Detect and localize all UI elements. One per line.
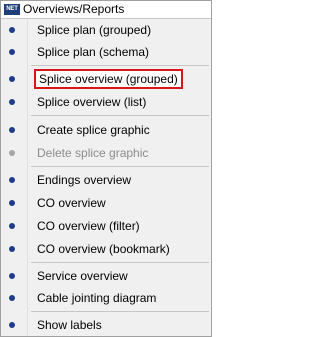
menu-separator [31,262,209,263]
menu-item-label: CO overview (filter) [37,219,140,233]
menu-item-label: Splice plan (grouped) [37,23,152,37]
bullet-icon [9,27,15,33]
bullet-icon [9,127,15,133]
menu-item-service-overview[interactable]: Service overview [1,265,211,287]
menu-item-label: Splice plan (schema) [37,45,150,59]
menu-item-co-overview-bookmark[interactable]: CO overview (bookmark) [1,238,211,260]
menu-item-label: Splice overview (grouped) [34,69,183,89]
bullet-icon [9,49,15,55]
menu-item-create-splice-graphic[interactable]: Create splice graphic [1,119,211,141]
menu-separator [31,115,209,116]
menu-separator [31,166,209,167]
menu-item-label: CO overview [37,196,106,210]
bullet-icon [9,76,15,82]
menu-item-endings-overview[interactable]: Endings overview [1,169,211,191]
net-app-icon: NET [4,4,20,15]
menu-title-bar: NET Overviews/Reports [1,1,211,19]
menu-separator [31,311,209,312]
menu-item-label: Create splice graphic [37,123,150,137]
bullet-icon [9,99,15,105]
bullet-icon [9,200,15,206]
menu-item-label: CO overview (bookmark) [37,242,170,256]
menu-separator [31,65,209,66]
menu-item-splice-plan-grouped[interactable]: Splice plan (grouped) [1,19,211,41]
menu-item-label: Splice overview (list) [37,95,147,109]
bullet-icon [9,295,15,301]
menu-item-cable-jointing-diagram[interactable]: Cable jointing diagram [1,287,211,309]
menu-item-splice-overview-grouped[interactable]: Splice overview (grouped) [1,68,211,90]
bullet-icon [9,273,15,279]
menu-item-label: Delete splice graphic [37,146,149,160]
menu-item-co-overview-filter[interactable]: CO overview (filter) [1,215,211,237]
menu-item-label: Cable jointing diagram [37,291,157,305]
bullet-icon [9,177,15,183]
menu-item-label: Show labels [37,318,102,332]
menu-item-label: Endings overview [37,173,132,187]
menu-item-co-overview[interactable]: CO overview [1,192,211,214]
context-menu: NET Overviews/Reports Splice plan (group… [0,0,212,337]
menu-item-show-labels[interactable]: Show labels [1,314,211,336]
bullet-icon [9,322,15,328]
menu-title: Overviews/Reports [23,2,125,16]
menu-item-label: Service overview [37,269,128,283]
menu-item-splice-overview-list[interactable]: Splice overview (list) [1,91,211,113]
menu-item-delete-splice-graphic: Delete splice graphic [1,142,211,164]
bullet-icon [9,150,15,156]
bullet-icon [9,246,15,252]
menu-item-splice-plan-schema[interactable]: Splice plan (schema) [1,41,211,63]
bullet-icon [9,223,15,229]
